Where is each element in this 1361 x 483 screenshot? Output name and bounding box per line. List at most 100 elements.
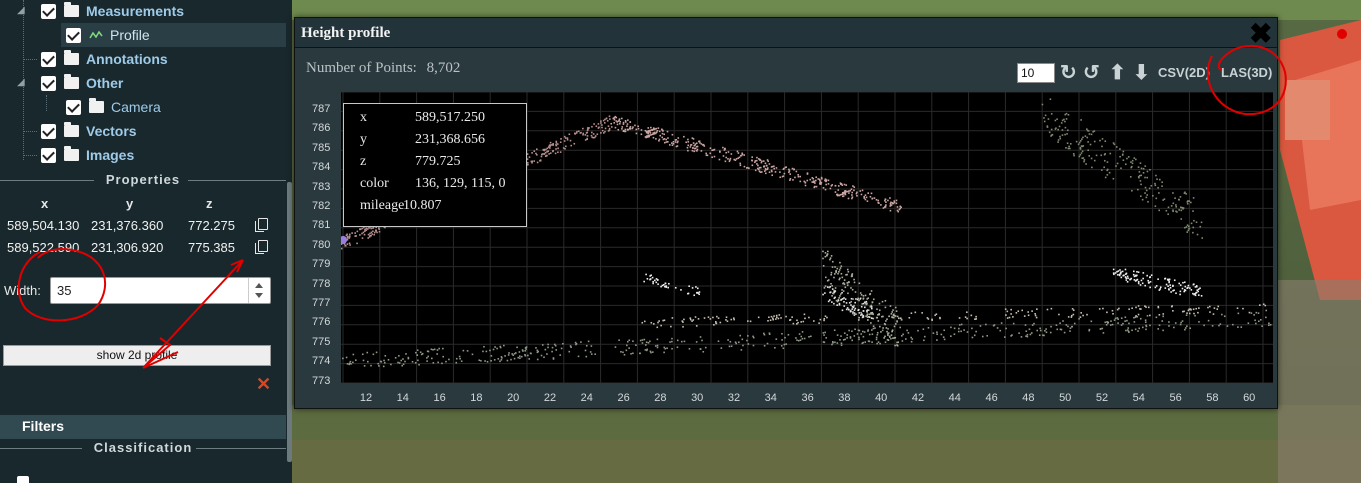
y-tick-label: 787	[312, 103, 331, 115]
tooltip-value: 10.807	[403, 198, 442, 213]
stepper-up-icon[interactable]	[255, 283, 263, 288]
point-count-label: Number of Points:	[306, 60, 417, 76]
width-input[interactable]: 35	[50, 277, 271, 304]
rotate-cw-icon[interactable]: ↻	[1060, 62, 1077, 84]
x-tick-label: 36	[801, 392, 814, 404]
point-count-value: 8,702	[426, 60, 461, 76]
close-icon[interactable]: ✖	[1249, 20, 1272, 48]
x-tick-label: 22	[543, 392, 557, 404]
arrow-up-icon[interactable]: ⬆	[1109, 62, 1126, 84]
point-budget-input[interactable]: 10	[1017, 63, 1055, 83]
tree-item-images[interactable]: Images	[41, 144, 134, 166]
tree-label-measurements: Measurements	[86, 3, 185, 19]
classification-checkbox[interactable]	[17, 476, 29, 483]
stepper-down-icon[interactable]	[255, 293, 263, 298]
window-title: Height profile	[301, 25, 391, 41]
folder-icon	[64, 74, 79, 89]
sidebar-scrollbar[interactable]	[287, 182, 292, 462]
copy-icon[interactable]	[255, 240, 268, 254]
x-tick-label: 12	[359, 392, 373, 404]
tree-item-profile[interactable]: Profile	[66, 24, 150, 46]
x-tick-label: 58	[1206, 392, 1219, 404]
x-tick-label: 20	[507, 392, 520, 404]
camera-checkbox[interactable]	[66, 99, 81, 115]
x-tick-label: 26	[617, 392, 630, 404]
y-tick-label: 775	[312, 335, 331, 348]
vectors-checkbox[interactable]	[41, 123, 56, 139]
las-3d-button[interactable]: LAS(3D)	[1221, 65, 1272, 80]
tree-label-camera: Camera	[111, 99, 161, 115]
x-tick-label: 44	[948, 392, 961, 404]
y-tick-label: 779	[312, 258, 331, 271]
x-tick-label: 38	[838, 392, 851, 404]
tooltip-value: 589,517.250	[415, 110, 485, 125]
tooltip-value: 779.725	[415, 154, 461, 169]
profile-icon	[89, 30, 103, 39]
y-tick-label: 777	[312, 297, 331, 309]
y-tick-label: 781	[312, 219, 331, 232]
csv-2d-button[interactable]: CSV(2D)	[1158, 65, 1210, 80]
x-tick-label: 42	[911, 392, 925, 404]
annotations-checkbox[interactable]	[41, 51, 56, 67]
point-count: Number of Points: 8,702	[306, 60, 460, 77]
collapse-arrow-icon[interactable]: ◢	[17, 5, 25, 16]
x-tick-label: 46	[985, 392, 998, 404]
tooltip-key: x	[360, 110, 367, 125]
properties-header: Properties	[0, 172, 286, 188]
width-stepper[interactable]	[248, 278, 270, 303]
tooltip-row: color 136, 129, 115, 0	[360, 176, 526, 198]
folder-icon	[64, 122, 79, 137]
tree-item-measurements[interactable]: ◢ Measurements	[17, 0, 185, 22]
cell-y: 231,306.920	[91, 240, 164, 255]
copy-icon[interactable]	[255, 218, 268, 232]
profile-checkbox[interactable]	[66, 27, 81, 43]
classification-header: Classification	[0, 440, 286, 456]
tooltip-row: mileage 10.807	[360, 198, 526, 220]
tree-item-other[interactable]: ◢ Other	[17, 72, 124, 94]
collapse-arrow-icon[interactable]: ◢	[17, 77, 25, 88]
y-tick-label: 780	[312, 238, 331, 251]
cell-x: 589,522.590	[7, 240, 80, 255]
folder-icon	[64, 50, 79, 65]
filters-section-header[interactable]: Filters	[0, 415, 286, 439]
y-tick-label: 783	[312, 180, 331, 193]
other-checkbox[interactable]	[41, 75, 56, 91]
x-tick-label: 18	[470, 392, 483, 404]
y-tick-label: 773	[312, 374, 331, 387]
tooltip-key: color	[360, 176, 389, 191]
tooltip-row: y 231,368.656	[360, 132, 526, 154]
arrow-down-icon[interactable]: ⬇	[1133, 62, 1150, 84]
tree-label-vectors: Vectors	[86, 123, 137, 139]
cell-y: 231,376.360	[91, 218, 164, 233]
width-label: Width:	[4, 283, 41, 298]
sidebar: ◢ Measurements Profile Annotations ◢ Oth…	[0, 0, 292, 483]
y-tick-label: 784	[312, 161, 331, 174]
images-checkbox[interactable]	[41, 147, 56, 163]
tooltip-row: x 589,517.250	[360, 110, 526, 132]
y-tick-label: 774	[312, 355, 331, 368]
column-header-z: z	[206, 196, 213, 211]
x-tick-label: 24	[580, 392, 593, 404]
tooltip-row: z 779.725	[360, 154, 526, 176]
show-2d-profile-button[interactable]: show 2d profile	[3, 345, 271, 366]
y-tick-label: 778	[312, 277, 331, 290]
folder-icon	[64, 2, 79, 17]
tree-label-images: Images	[86, 147, 135, 163]
x-tick-label: 14	[396, 392, 409, 404]
y-tick-label: 776	[312, 316, 331, 329]
cell-x: 589,504.130	[7, 218, 80, 233]
measurements-checkbox[interactable]	[41, 3, 56, 19]
tree-label-other: Other	[86, 75, 124, 91]
x-tick-label: 34	[764, 392, 777, 404]
tree-item-vectors[interactable]: Vectors	[41, 120, 137, 142]
tooltip-key: y	[360, 132, 367, 147]
y-tick-label: 786	[312, 122, 331, 135]
tree-item-camera[interactable]: Camera	[66, 96, 161, 118]
folder-icon	[89, 98, 104, 113]
cell-z: 775.385	[188, 240, 235, 255]
tree-item-annotations[interactable]: Annotations	[41, 48, 168, 70]
remove-measurement-icon[interactable]: ✕	[256, 374, 271, 395]
rotate-ccw-icon[interactable]: ↺	[1083, 62, 1100, 84]
tooltip-value: 136, 129, 115, 0	[415, 176, 506, 191]
window-titlebar[interactable]: Height profile ✖	[295, 18, 1277, 48]
